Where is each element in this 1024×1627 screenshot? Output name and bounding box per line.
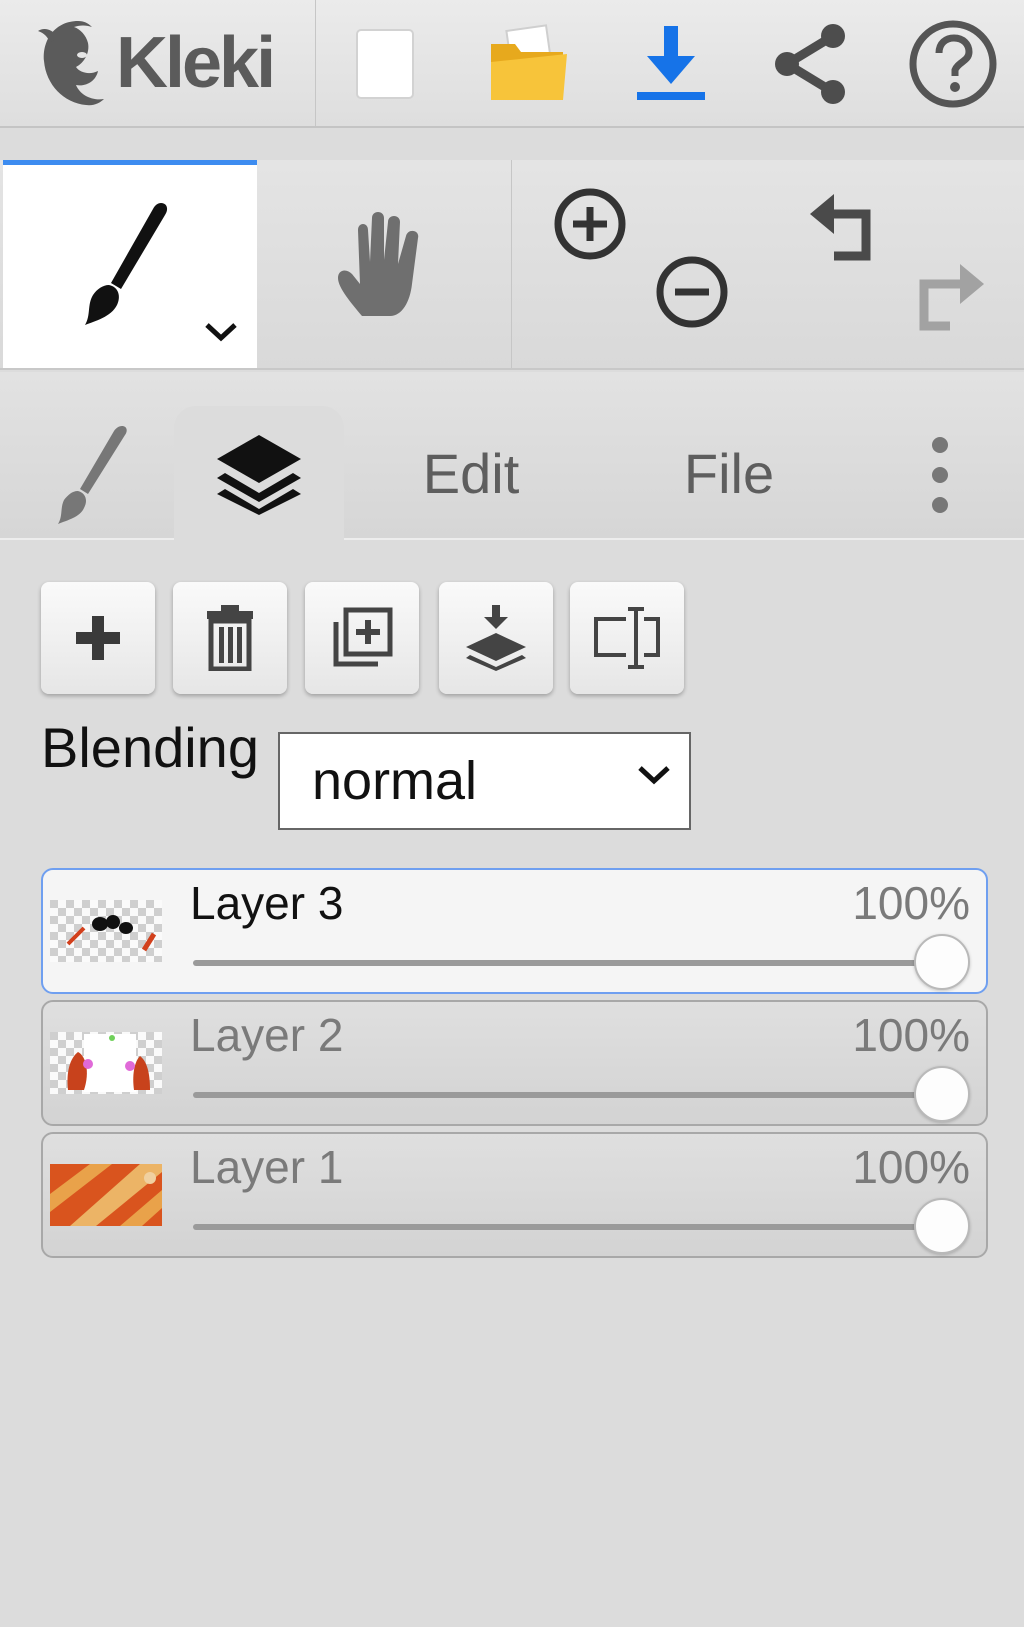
zoom-in-button[interactable] [548, 182, 632, 266]
more-vertical-icon [932, 437, 948, 513]
opacity-slider-handle[interactable] [914, 1066, 970, 1122]
blending-value: normal [312, 751, 478, 811]
layer-opacity: 100% [852, 877, 970, 929]
layer-name: Layer 2 [190, 1009, 344, 1061]
new-image-icon [356, 29, 414, 99]
layers-icon [217, 435, 301, 515]
zoom-in-icon [554, 188, 626, 260]
hand-tool-button[interactable] [257, 160, 512, 368]
share-icon [775, 24, 845, 104]
open-folder-icon [491, 24, 567, 100]
tab-brush[interactable] [40, 420, 140, 530]
layer-thumbnail [50, 1032, 162, 1094]
rename-layer-button[interactable] [570, 582, 684, 694]
opacity-slider-track[interactable] [193, 1224, 942, 1230]
brush-icon [85, 203, 168, 325]
undo-icon [810, 194, 871, 261]
opacity-slider-handle[interactable] [914, 1198, 970, 1254]
layer-name: Layer 3 [190, 877, 344, 929]
zoom-out-icon [656, 256, 728, 328]
more-menu-button[interactable] [908, 420, 972, 530]
layer-name: Layer 1 [190, 1141, 344, 1193]
tab-edit-label: Edit [422, 441, 520, 505]
add-layer-icon [76, 616, 120, 660]
brush-tool-button[interactable] [3, 160, 257, 368]
zoom-out-button[interactable] [650, 250, 734, 334]
kleki-logo-icon [38, 21, 104, 106]
help-button[interactable] [898, 10, 1008, 118]
delete-layer-button[interactable] [173, 582, 287, 694]
add-layer-button[interactable] [41, 582, 155, 694]
open-file-button[interactable] [474, 10, 584, 118]
undo-button[interactable] [804, 190, 888, 266]
layer-item-1[interactable]: Layer 1 100% [41, 1132, 988, 1258]
tab-file[interactable]: File [654, 406, 804, 540]
rename-layer-icon [594, 607, 660, 669]
chevron-down-icon [638, 766, 670, 785]
duplicate-layer-icon [333, 607, 393, 667]
merge-down-icon [466, 605, 526, 671]
tab-edit[interactable]: Edit [396, 406, 546, 540]
layer-thumbnail [50, 1164, 162, 1226]
tab-file-label: File [683, 441, 775, 505]
hand-icon [338, 212, 419, 316]
app-name: Kleki [116, 23, 276, 103]
download-button[interactable] [616, 10, 726, 118]
opacity-slider-handle[interactable] [914, 934, 970, 990]
opacity-slider-track[interactable] [193, 1092, 942, 1098]
layer-opacity: 100% [852, 1009, 970, 1061]
redo-button[interactable] [906, 260, 990, 336]
chevron-down-icon[interactable] [203, 321, 239, 343]
top-bar: Kleki [0, 0, 1024, 128]
tool-row [0, 160, 1024, 370]
help-icon [909, 20, 997, 108]
delete-layer-icon [207, 605, 253, 671]
blending-label: Blending [41, 716, 259, 779]
share-button[interactable] [756, 10, 866, 118]
layer-opacity: 100% [852, 1141, 970, 1193]
layer-item-3[interactable]: Layer 3 100% [41, 868, 988, 994]
layers-panel: Blending normal Layer 3 100% Layer 2 100… [3, 542, 1024, 1627]
download-icon [637, 26, 705, 100]
tab-layers[interactable] [174, 406, 344, 540]
blending-select[interactable]: normal [278, 732, 691, 830]
new-image-button[interactable] [330, 10, 440, 118]
app-logo[interactable]: Kleki [0, 0, 316, 126]
redo-icon [919, 264, 984, 331]
opacity-slider-track[interactable] [193, 960, 942, 966]
brush-icon [58, 426, 127, 524]
merge-down-button[interactable] [439, 582, 553, 694]
layer-thumbnail [50, 900, 162, 962]
duplicate-layer-button[interactable] [305, 582, 419, 694]
tab-bar: Edit File [0, 372, 1024, 540]
layer-item-2[interactable]: Layer 2 100% [41, 1000, 988, 1126]
